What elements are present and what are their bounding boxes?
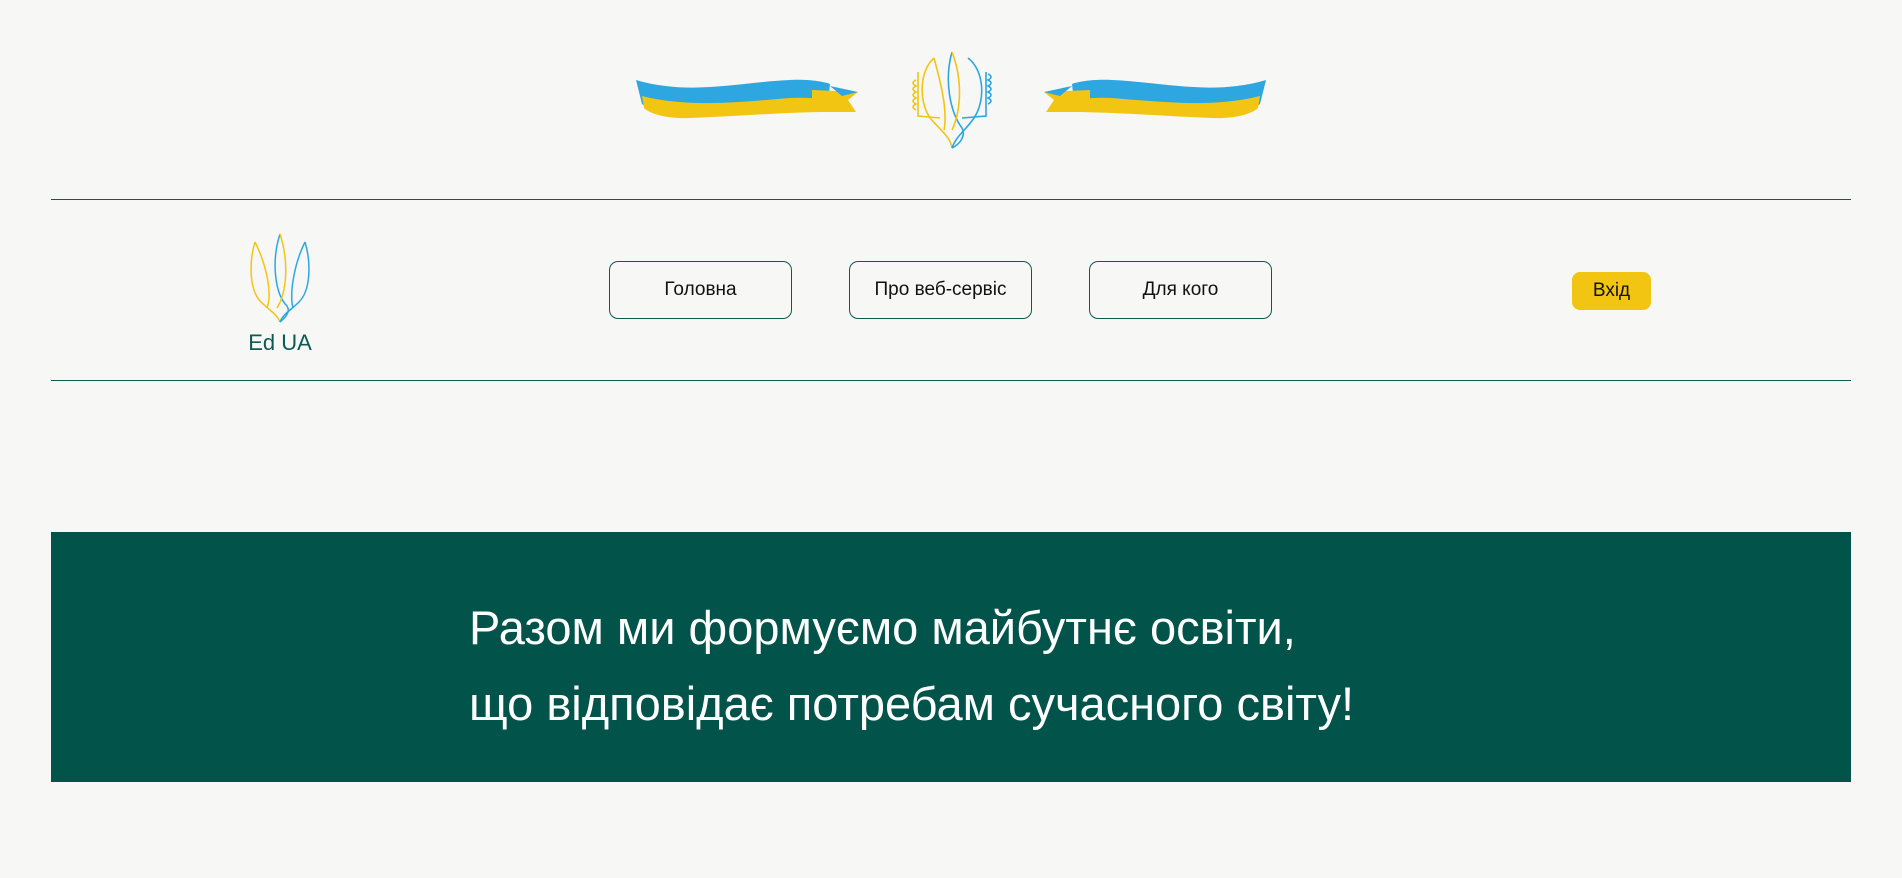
central-trident [912,51,992,149]
left-ribbon [636,79,858,119]
nav-divider-top [51,199,1851,200]
header-emblem [0,0,1902,160]
nav-for-whom-button[interactable]: Для кого [1089,261,1272,319]
banner-line-2: що відповідає потребам сучасного світу! [469,677,1355,730]
logo-text: Ed UA [248,330,312,355]
trident-with-ribbons-icon [636,51,1266,149]
right-ribbon [1044,79,1266,119]
banner-line-1: Разом ми формуємо майбутнє освіти, [469,601,1296,654]
nav-about-button[interactable]: Про веб-сервіс [849,261,1032,319]
login-button[interactable]: Вхід [1572,272,1651,310]
banner-heading: Разом ми формуємо майбутнє освіти, що ві… [469,590,1354,742]
trident-icon [250,233,310,323]
nav-home-button[interactable]: Головна [609,261,792,319]
site-logo[interactable]: Ed UA [240,232,320,362]
hero-banner: Разом ми формуємо майбутнє освіти, що ві… [51,532,1851,782]
nav-divider-bottom [51,380,1851,381]
